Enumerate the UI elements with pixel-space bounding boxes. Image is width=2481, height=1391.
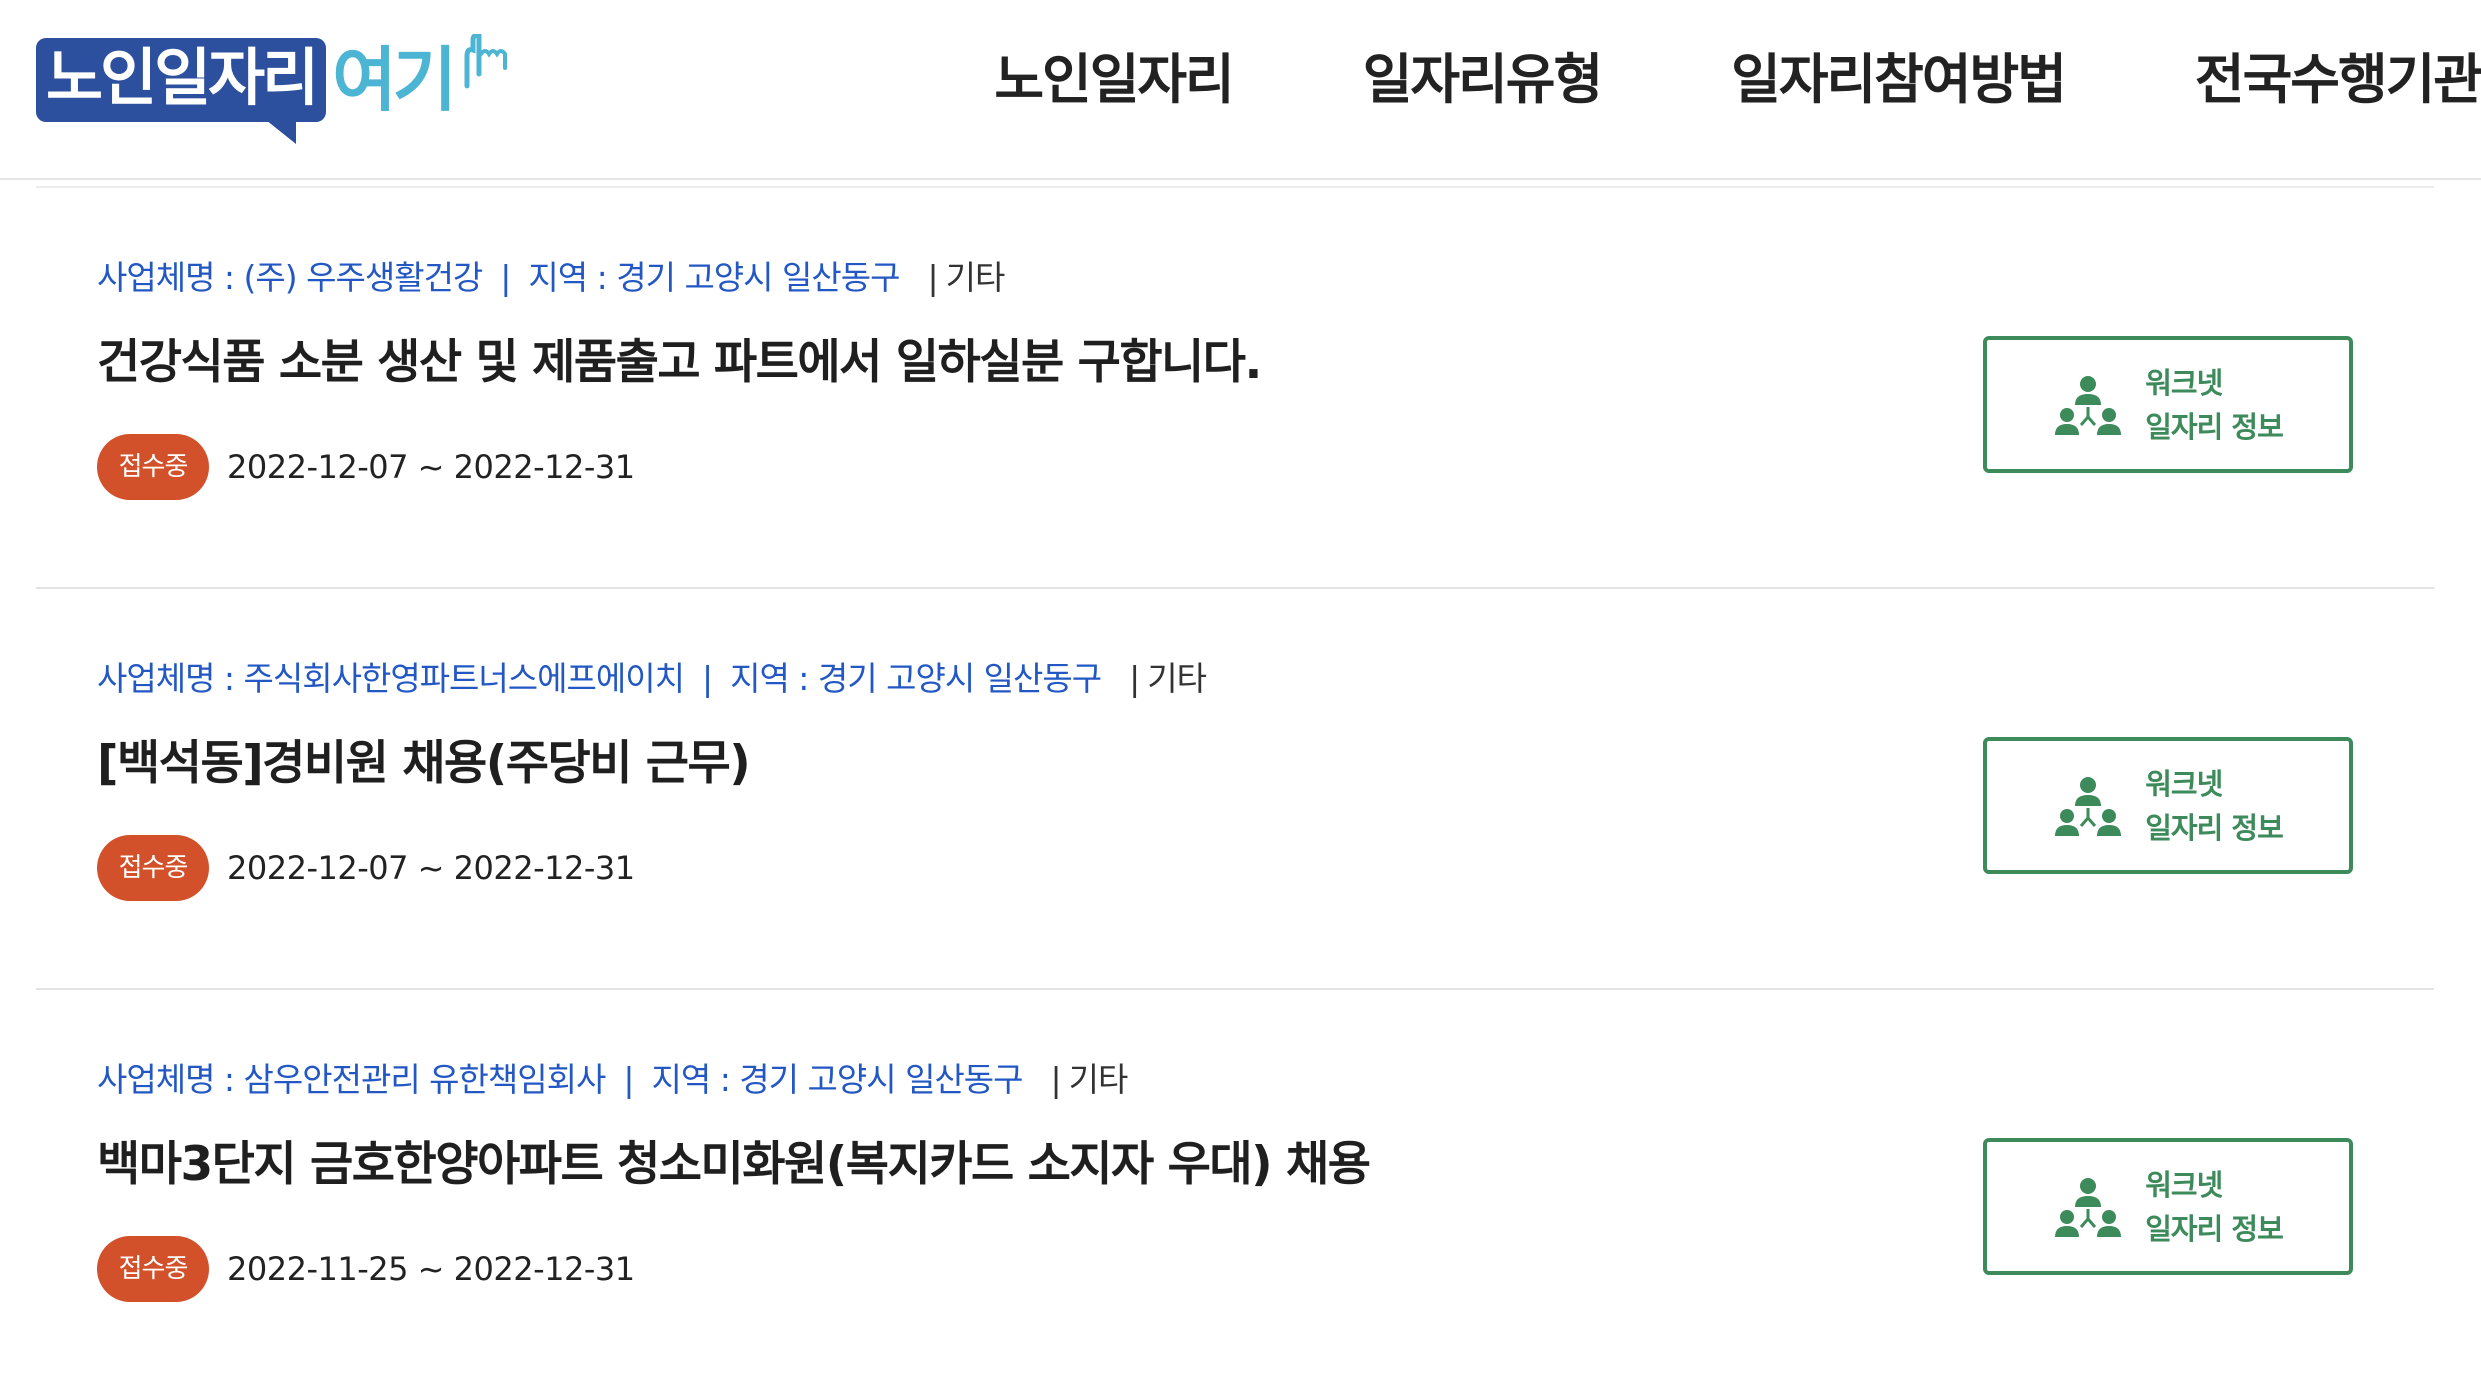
job-category: 기타	[945, 258, 1006, 297]
job-title-link[interactable]: [백석동]경비원 채용(주당비 근무)	[97, 734, 751, 794]
region-link[interactable]: 지역 : 경기 고양시 일산동구	[528, 258, 900, 297]
recruitment-period: 2022-12-07 ~ 2022-12-31	[227, 849, 635, 887]
worknet-job-info-button[interactable]: 워크넷 일자리 정보	[1983, 737, 2353, 874]
region-link[interactable]: 지역 : 경기 고양시 일산동구	[730, 659, 1102, 698]
category-separator: |	[1129, 659, 1140, 698]
status-badge: 접수중	[97, 434, 209, 500]
status-badge: 접수중	[97, 1236, 209, 1302]
site-logo[interactable]: 노인일자리 여기	[36, 30, 525, 144]
logo-text-primary: 노인일자리	[36, 38, 327, 144]
job-meta: 사업체명 : (주) 우주생활건강 | 지역 : 경기 고양시 일산동구 | 기타	[97, 256, 1006, 300]
main-navigation: 노인일자리 일자리유형 일자리참여방법 전국수행기관	[994, 0, 2481, 148]
worknet-label-line2: 일자리 정보	[2145, 1211, 2283, 1246]
nav-job-types[interactable]: 일자리유형	[1363, 35, 1603, 114]
people-network-icon	[2055, 776, 2122, 836]
worknet-job-info-button[interactable]: 워크넷 일자리 정보	[1983, 1138, 2353, 1275]
job-category: 기타	[1147, 659, 1207, 698]
worknet-label-line2: 일자리 정보	[2145, 810, 2283, 845]
job-list-item: 사업체명 : 삼우안전관리 유한책임회사 | 지역 : 경기 고양시 일산동구 | 기타…	[36, 990, 2434, 1391]
worknet-label: 워크넷 일자리 정보	[2145, 762, 2283, 850]
worknet-label-line1: 워크넷	[2145, 1167, 2223, 1202]
business-name-link[interactable]: 사업체명 : (주) 우주생활건강	[97, 258, 483, 297]
worknet-job-info-button[interactable]: 워크넷 일자리 정보	[1983, 336, 2353, 473]
nav-nationwide-agencies[interactable]: 전국수행기관	[2195, 35, 2481, 114]
meta-separator: |	[701, 659, 713, 698]
job-status-row: 접수중 2022-12-07 ~ 2022-12-31	[97, 434, 635, 500]
business-name-link[interactable]: 사업체명 : 삼우안전관리 유한책임회사	[97, 1060, 606, 1099]
people-network-icon	[2055, 1177, 2122, 1237]
worknet-label-line1: 워크넷	[2145, 365, 2223, 400]
job-category: 기타	[1068, 1060, 1129, 1099]
worknet-label-line1: 워크넷	[2145, 766, 2223, 801]
recruitment-period: 2022-12-07 ~ 2022-12-31	[227, 448, 635, 486]
pointing-hand-icon	[459, 33, 525, 98]
job-status-row: 접수중 2022-11-25 ~ 2022-12-31	[97, 1236, 635, 1302]
logo-text-secondary: 여기	[332, 39, 457, 121]
meta-separator: |	[500, 258, 511, 297]
nav-how-to-apply[interactable]: 일자리참여방법	[1731, 35, 2067, 114]
recruitment-period: 2022-11-25 ~ 2022-12-31	[227, 1250, 635, 1288]
people-network-icon	[2055, 375, 2122, 435]
job-list: 사업체명 : (주) 우주생활건강 | 지역 : 경기 고양시 일산동구 | 기타 건강…	[36, 188, 2434, 1391]
job-meta: 사업체명 : 주식회사한영파트너스에프에이치 | 지역 : 경기 고양시 일산동구 |…	[97, 657, 1207, 701]
job-meta: 사업체명 : 삼우안전관리 유한책임회사 | 지역 : 경기 고양시 일산동구 | 기타	[97, 1058, 1129, 1102]
category-separator: |	[1050, 1060, 1062, 1099]
category-separator: |	[927, 258, 938, 297]
job-title-link[interactable]: 백마3단지 금호한양아파트 청소미화원(복지카드 소지자 우대) 채용	[97, 1135, 1371, 1195]
job-status-row: 접수중 2022-12-07 ~ 2022-12-31	[97, 835, 635, 901]
site-header: 노인일자리 여기 노인일자리 일자리유형 일자리참여방법 전국수행기관	[0, 0, 2481, 180]
nav-senior-jobs[interactable]: 노인일자리	[994, 35, 1234, 114]
worknet-label: 워크넷 일자리 정보	[2145, 1163, 2283, 1251]
region-link[interactable]: 지역 : 경기 고양시 일산동구	[651, 1060, 1023, 1099]
meta-separator: |	[623, 1060, 634, 1099]
business-name-link[interactable]: 사업체명 : 주식회사한영파트너스에프에이치	[97, 659, 685, 698]
job-list-item: 사업체명 : (주) 우주생활건강 | 지역 : 경기 고양시 일산동구 | 기타 건강…	[36, 188, 2434, 589]
worknet-label-line2: 일자리 정보	[2145, 409, 2283, 444]
worknet-label: 워크넷 일자리 정보	[2145, 361, 2283, 449]
status-badge: 접수중	[97, 835, 209, 901]
job-list-item: 사업체명 : 주식회사한영파트너스에프에이치 | 지역 : 경기 고양시 일산동구 |…	[36, 589, 2434, 990]
job-title-link[interactable]: 건강식품 소분 생산 및 제품출고 파트에서 일하실분 구합니다.	[97, 333, 1262, 393]
